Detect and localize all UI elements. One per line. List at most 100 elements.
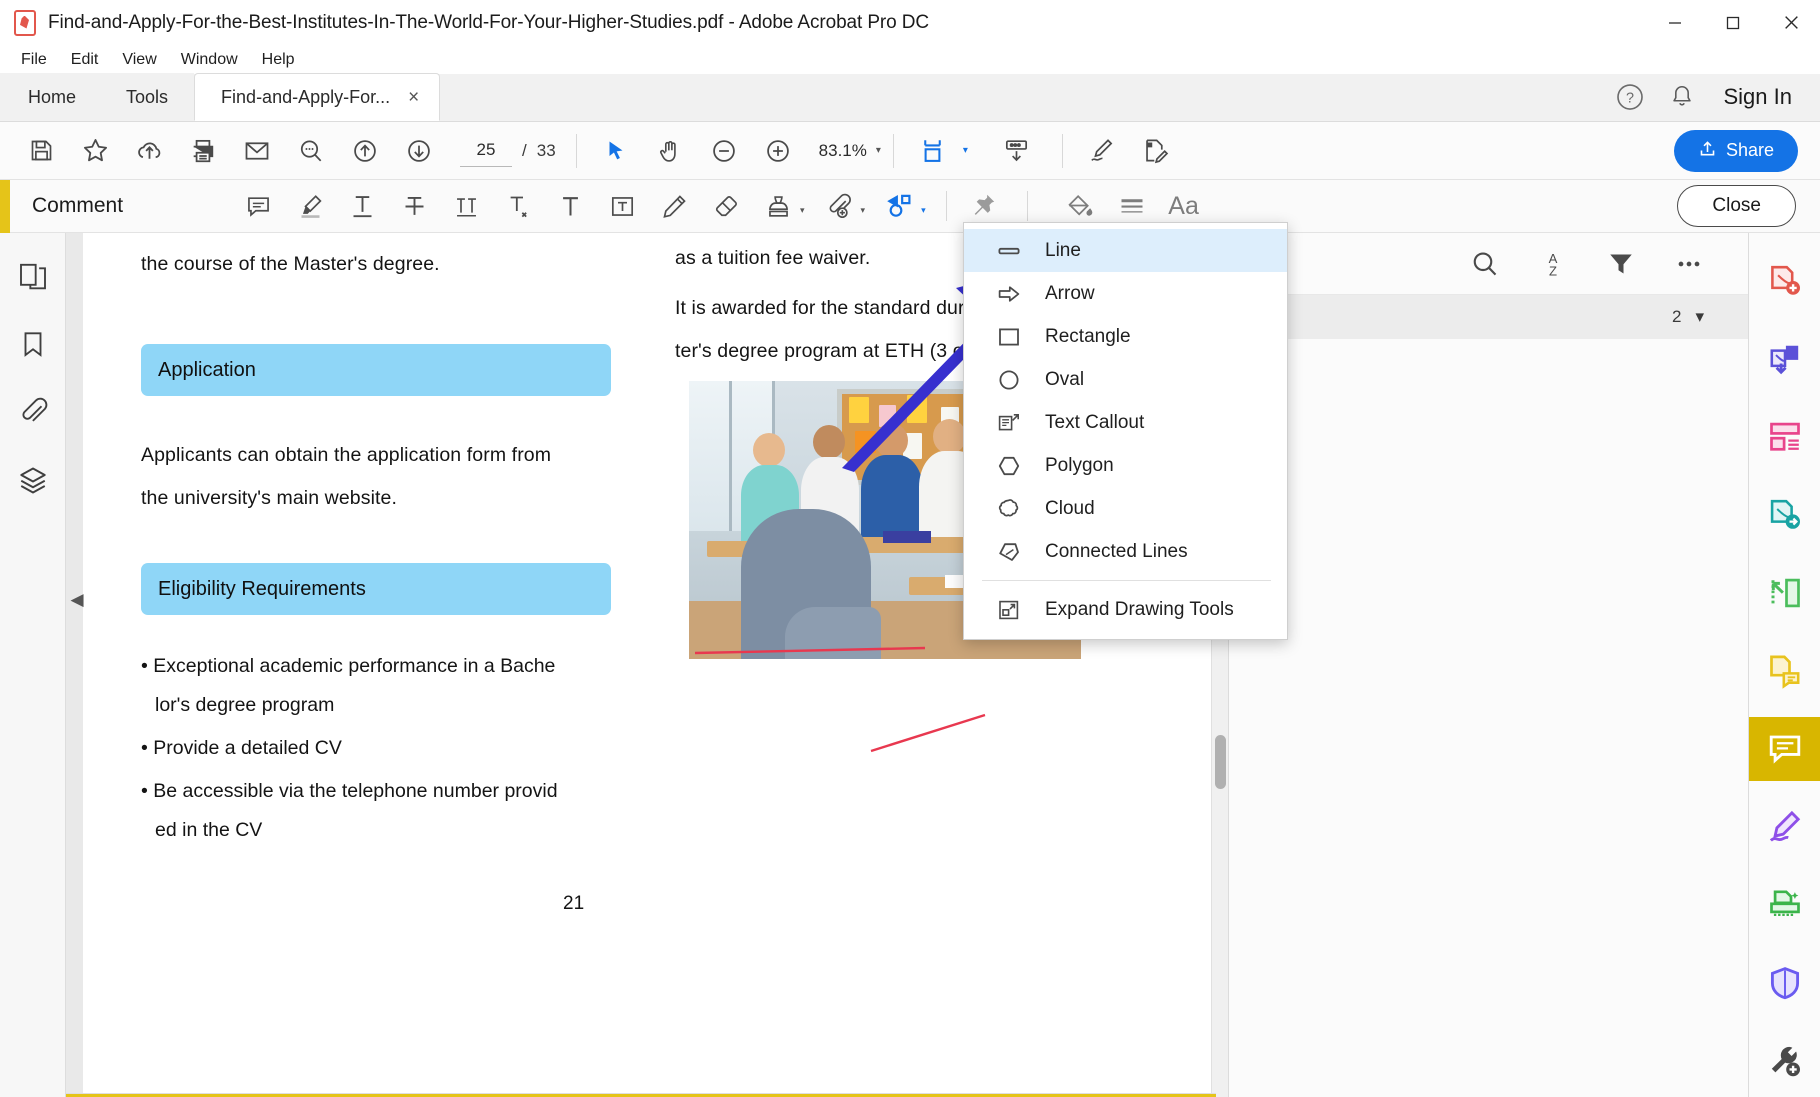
bookmarks-icon[interactable] (10, 323, 56, 365)
menu-item-expand-drawing-tools[interactable]: Expand Drawing Tools (964, 588, 1287, 631)
doc-paragraph-line-1: Applicants can obtain the application fo… (141, 434, 611, 477)
menu-view[interactable]: View (111, 48, 167, 72)
fill-and-sign-icon[interactable] (1749, 795, 1820, 859)
menu-window[interactable]: Window (170, 48, 249, 72)
doc-heading-application: Application (141, 344, 611, 396)
organize-pages-icon[interactable] (1749, 405, 1820, 469)
scan-and-ocr-icon[interactable] (1749, 873, 1820, 937)
page-thumbnails-icon[interactable] (10, 255, 56, 297)
zoom-dropdown-caret[interactable]: ▾ (876, 145, 881, 156)
menu-item-arrow[interactable]: Arrow (964, 272, 1287, 315)
notification-icon[interactable] (1662, 77, 1702, 117)
tab-document[interactable]: Find-and-Apply-For... × (194, 73, 440, 121)
select-cursor-icon[interactable] (589, 128, 643, 174)
highlight-icon[interactable] (284, 184, 336, 228)
star-icon[interactable] (68, 128, 122, 174)
menu-item-text-callout[interactable]: Text Callout (964, 401, 1287, 444)
fit-dropdown-caret[interactable]: ▾ (963, 145, 968, 156)
maximize-button[interactable] (1704, 0, 1762, 45)
sign-in-button[interactable]: Sign In (1714, 84, 1799, 110)
close-button[interactable] (1762, 0, 1820, 45)
create-pdf-icon[interactable] (1749, 249, 1820, 313)
red-line-annotations (685, 645, 1045, 765)
scroll-mode-icon[interactable] (990, 128, 1044, 174)
zoom-out-icon[interactable] (697, 128, 751, 174)
attach-icon[interactable] (813, 184, 865, 228)
svg-text:?: ? (1626, 91, 1634, 107)
fit-page-icon[interactable] (906, 128, 960, 174)
export-pdf-icon[interactable] (1749, 483, 1820, 547)
menu-item-cloud[interactable]: Cloud (964, 487, 1287, 530)
comments-count-bar[interactable]: 2 ▾ (1229, 295, 1748, 339)
draw-freehand-icon[interactable] (648, 184, 700, 228)
fill-and-sign-icon[interactable] (1075, 128, 1129, 174)
document-scrollbar-thumb[interactable] (1215, 735, 1226, 789)
stamp-icon[interactable] (752, 184, 804, 228)
strikethrough-icon[interactable] (388, 184, 440, 228)
doc-bullet-list: • Exceptional academic performance in a … (141, 647, 611, 850)
menu-item-line[interactable]: Line (964, 229, 1287, 272)
underline-icon[interactable] (336, 184, 388, 228)
workspace: the course of the Master's degree. Appli… (0, 233, 1820, 1097)
erase-icon[interactable] (700, 184, 752, 228)
comment-icon[interactable] (1749, 717, 1820, 781)
layers-icon[interactable] (10, 459, 56, 501)
menu-item-label: Text Callout (1045, 412, 1144, 434)
tab-home[interactable]: Home (0, 73, 100, 121)
text-box-icon[interactable] (596, 184, 648, 228)
cloud-upload-icon[interactable] (122, 128, 176, 174)
drawing-tools-icon[interactable] (873, 184, 925, 228)
tab-tools[interactable]: Tools (100, 73, 194, 121)
request-signatures-icon[interactable] (1749, 639, 1820, 703)
print-icon[interactable] (176, 128, 230, 174)
menu-item-rectangle[interactable]: Rectangle (964, 315, 1287, 358)
next-page-icon[interactable] (392, 128, 446, 174)
menu-item-label: Expand Drawing Tools (1045, 599, 1234, 621)
tab-close-icon[interactable]: × (408, 88, 419, 107)
search-icon[interactable] (1470, 249, 1500, 279)
protect-icon[interactable] (1749, 951, 1820, 1015)
minimize-button[interactable] (1646, 0, 1704, 45)
menu-item-connected-lines[interactable]: Connected Lines (964, 530, 1287, 573)
document-left-column: the course of the Master's degree. Appli… (141, 233, 611, 850)
menu-file[interactable]: File (10, 48, 58, 72)
comment-toolbar-title: Comment (10, 194, 232, 218)
filter-icon[interactable] (1606, 249, 1636, 279)
search-icon[interactable] (284, 128, 338, 174)
page-number-input[interactable] (460, 135, 512, 167)
comments-count-caret-icon[interactable]: ▾ (1695, 307, 1704, 327)
save-icon[interactable] (14, 128, 68, 174)
help-icon[interactable]: ? (1610, 77, 1650, 117)
attachments-icon[interactable] (10, 391, 56, 433)
hand-icon[interactable] (643, 128, 697, 174)
sort-az-icon[interactable]: AZ (1538, 249, 1568, 279)
more-tools-icon[interactable] (1749, 1029, 1820, 1093)
replace-text-icon[interactable] (440, 184, 492, 228)
sticky-note-icon[interactable] (232, 184, 284, 228)
combine-files-icon[interactable] (1749, 327, 1820, 391)
compress-pdf-icon[interactable] (1749, 561, 1820, 625)
insert-text-icon[interactable] (492, 184, 544, 228)
menu-item-label: Oval (1045, 369, 1084, 391)
share-button[interactable]: Share (1674, 130, 1798, 172)
email-icon[interactable] (230, 128, 284, 174)
menu-item-polygon[interactable]: Polygon (964, 444, 1287, 487)
menu-item-label: Rectangle (1045, 326, 1131, 348)
previous-page-arrow[interactable]: ◀ (66, 578, 88, 622)
menu-help[interactable]: Help (251, 48, 306, 72)
previous-page-icon[interactable] (338, 128, 392, 174)
close-comment-toolbar-button[interactable]: Close (1677, 185, 1796, 227)
more-options-icon[interactable] (1674, 249, 1704, 279)
add-text-icon[interactable] (544, 184, 596, 228)
doc-paragraph-line-2: the university's main website. (141, 477, 611, 520)
comments-count: 2 (1672, 307, 1681, 327)
edit-pdf-icon[interactable] (1129, 128, 1183, 174)
page-total: 33 (537, 141, 556, 161)
zoom-in-icon[interactable] (751, 128, 805, 174)
polygon-icon (996, 453, 1022, 479)
menu-edit[interactable]: Edit (60, 48, 110, 72)
svg-text:Z: Z (1549, 263, 1557, 278)
comment-toolbar: Comment (0, 180, 1820, 233)
menu-item-oval[interactable]: Oval (964, 358, 1287, 401)
menu-divider (982, 580, 1271, 581)
